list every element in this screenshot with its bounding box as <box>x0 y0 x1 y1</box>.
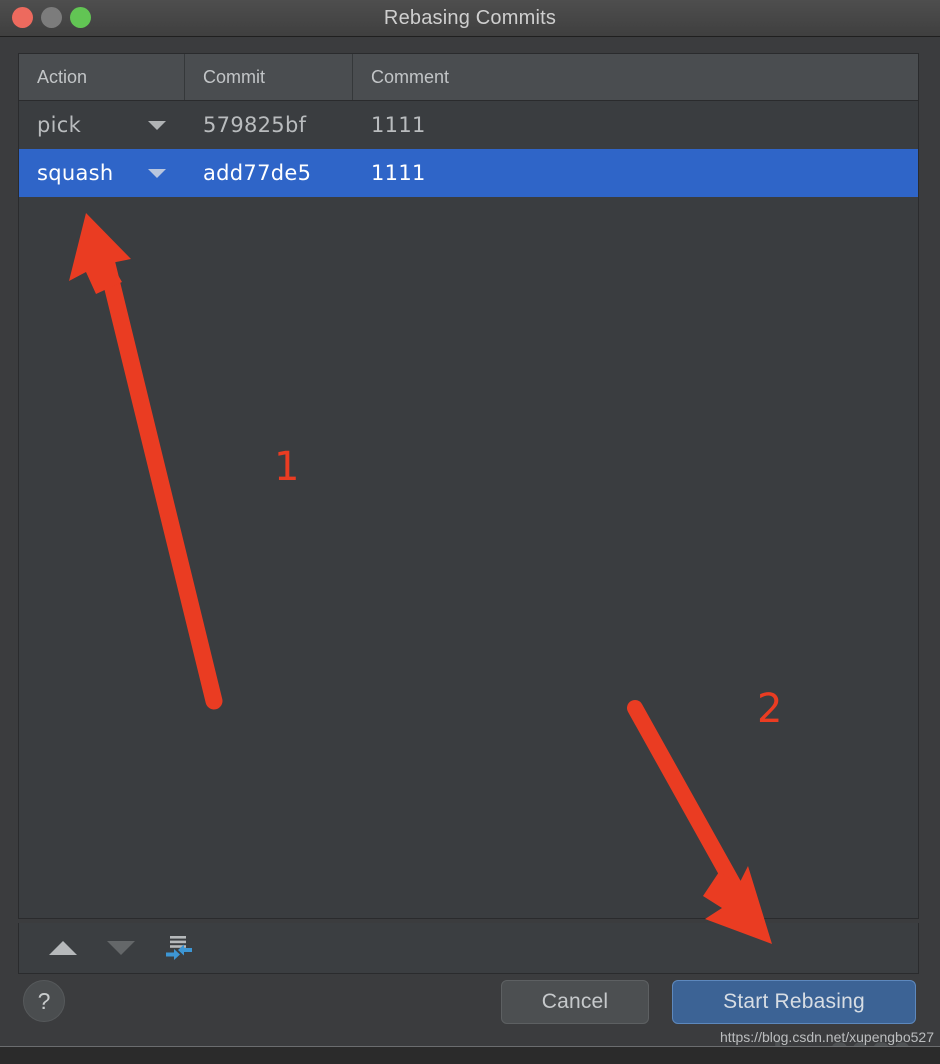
move-up-button[interactable] <box>45 931 81 965</box>
column-header-commit[interactable]: Commit <box>185 54 353 100</box>
table-row[interactable]: squash add77de5 1111 <box>19 149 918 197</box>
table-body: pick 579825bf 1111 squash add77de5 1111 <box>19 101 918 918</box>
action-dropdown[interactable]: squash <box>19 149 185 197</box>
start-rebasing-button[interactable]: Start Rebasing <box>672 980 916 1024</box>
arrow-down-icon <box>107 941 135 955</box>
commit-comment: 1111 <box>371 113 426 137</box>
chevron-down-icon <box>148 168 166 178</box>
commit-hash: add77de5 <box>203 161 312 185</box>
arrow-up-icon <box>49 941 77 955</box>
squash-merge-icon <box>166 936 192 960</box>
commit-comment: 1111 <box>371 161 426 185</box>
watermark-url: https://blog.csdn.net/xupengbo527 <box>719 1029 934 1045</box>
rebasing-commits-dialog: Rebasing Commits Action Commit Comment p… <box>0 0 940 1064</box>
action-value: pick <box>37 113 82 137</box>
squash-button[interactable] <box>161 931 197 965</box>
action-value: squash <box>37 161 114 185</box>
annotation-label-1: 1 <box>274 444 300 490</box>
table-toolbar <box>18 923 919 974</box>
table-row[interactable]: pick 579825bf 1111 <box>19 101 918 149</box>
column-header-action[interactable]: Action <box>19 54 185 100</box>
window-titlebar: Rebasing Commits <box>0 0 940 37</box>
screenshot-bottom-strip <box>0 1046 940 1064</box>
commits-table: Action Commit Comment pick 579825bf 1111… <box>18 53 919 919</box>
commit-hash: 579825bf <box>203 113 307 137</box>
column-header-comment[interactable]: Comment <box>353 54 918 100</box>
action-dropdown[interactable]: pick <box>19 101 185 149</box>
chevron-down-icon <box>148 120 166 130</box>
cancel-button[interactable]: Cancel <box>501 980 649 1024</box>
annotation-label-2: 2 <box>757 686 783 732</box>
window-title: Rebasing Commits <box>383 7 557 29</box>
move-down-button[interactable] <box>103 931 139 965</box>
help-button[interactable]: ? <box>23 980 65 1022</box>
dialog-content: Action Commit Comment pick 579825bf 1111… <box>0 37 940 1064</box>
table-header-row: Action Commit Comment <box>19 54 918 101</box>
